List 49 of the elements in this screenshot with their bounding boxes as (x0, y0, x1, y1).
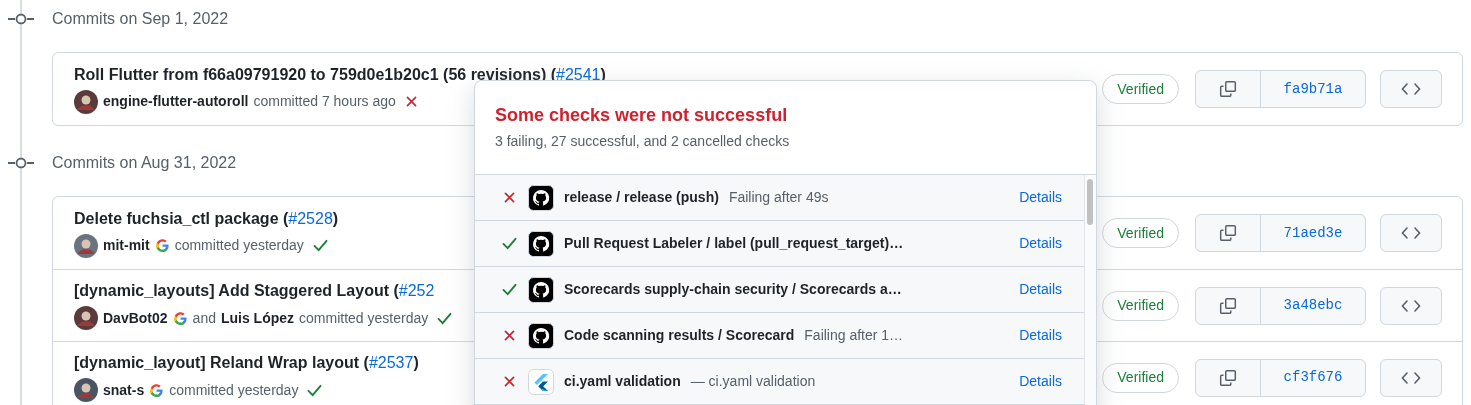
pr-link[interactable]: #2528 (288, 209, 333, 227)
code-icon (1401, 82, 1421, 96)
details-link[interactable]: Details (1019, 371, 1062, 392)
octocat-icon (528, 230, 554, 257)
popover-title: Some checks were not successful (495, 104, 789, 127)
copy-icon (1219, 296, 1237, 315)
commit-time: committed yesterday (299, 308, 429, 328)
flutter-icon (528, 368, 554, 395)
scrollbar[interactable] (1084, 175, 1096, 405)
check-name: Pull Request Labeler / label (pull_request_target)… (564, 234, 904, 253)
octocat-icon (528, 276, 554, 303)
check-detail: — ci.yaml validation (690, 372, 816, 391)
code-icon (1401, 370, 1421, 385)
check-detail: Failing after 49s (728, 188, 829, 207)
details-link[interactable]: Details (1019, 325, 1062, 346)
pr-link[interactable]: #2537 (368, 354, 414, 371)
author-name[interactable]: engine-flutter-autoroll (103, 91, 249, 112)
copy-icon (1219, 224, 1237, 242)
author-name[interactable]: mit-mit (103, 235, 150, 256)
author-name[interactable]: DavBot02 (103, 307, 168, 329)
author-name[interactable]: Luis López (220, 307, 295, 329)
commit-time: committed yesterday (169, 380, 299, 400)
checks-summary: 3 failing, 27 successful, and 2 cancelled checks (495, 132, 791, 151)
check-name: Scorecards supply-chain security / Scorecards a… (564, 280, 902, 299)
pr-link[interactable]: #2541 (556, 65, 601, 83)
octocat-icon (528, 184, 554, 211)
date-heading: Commits on Sep 1, 2022 (52, 9, 229, 29)
check-name: ci.yaml validation (564, 372, 681, 391)
check-detail: Failing after 1… (804, 326, 904, 345)
avatar[interactable] (74, 306, 98, 330)
commit-time: committed 7 hours ago (253, 92, 396, 111)
avatar[interactable] (74, 89, 98, 114)
author-name[interactable]: snat-s (103, 379, 145, 401)
octocat-icon (528, 322, 554, 349)
commit-time: committed yesterday (174, 236, 304, 255)
check-name: release / release (push) (564, 188, 719, 207)
check-name: Code scanning results / Scorecard (564, 326, 795, 345)
code-icon (1401, 226, 1421, 240)
code-icon (1401, 298, 1421, 313)
copy-icon (1219, 368, 1237, 387)
date-heading: Commits on Aug 31, 2022 (52, 153, 237, 173)
details-link[interactable]: Details (1019, 187, 1062, 208)
avatar[interactable] (74, 378, 98, 402)
pr-link[interactable]: #252 (398, 282, 435, 299)
joiner-text: and (192, 308, 216, 328)
avatar[interactable] (74, 233, 98, 258)
details-link[interactable]: Details (1019, 233, 1062, 254)
details-link[interactable]: Details (1019, 279, 1062, 300)
copy-icon (1219, 80, 1237, 98)
